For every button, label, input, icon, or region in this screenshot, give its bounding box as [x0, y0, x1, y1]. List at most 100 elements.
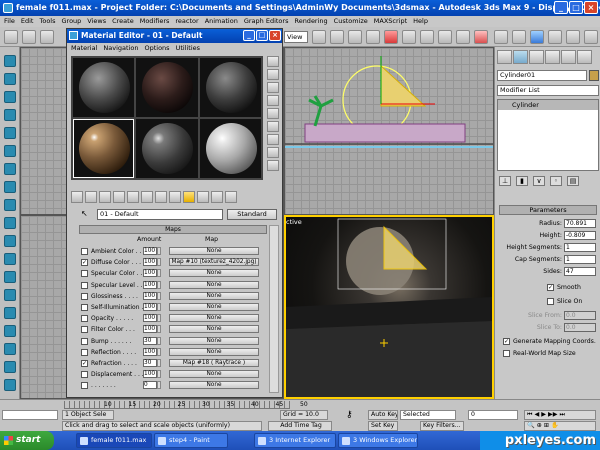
snap-toggle-icon[interactable]	[348, 30, 362, 44]
map-amount-spinner[interactable]	[157, 359, 161, 367]
motor-icon[interactable]	[4, 361, 16, 373]
maximize-button[interactable]: □	[569, 1, 583, 14]
map-enable-checkbox[interactable]: ✓	[81, 259, 88, 267]
start-button[interactable]: start	[0, 431, 54, 450]
car-wheel-icon[interactable]	[4, 325, 16, 337]
auto-key-button[interactable]: Auto Key	[368, 410, 398, 420]
cloth-icon[interactable]	[4, 91, 16, 103]
map-amount-field[interactable]: 100	[143, 291, 157, 300]
sample-slot-1[interactable]	[73, 58, 135, 117]
stack-item-cylinder[interactable]: Cylinder	[498, 100, 598, 110]
param-value-field[interactable]: 70.891	[564, 219, 596, 228]
pin-stack-icon[interactable]: ⊥	[499, 176, 511, 186]
map-enable-checkbox[interactable]	[81, 292, 88, 300]
map-amount-field[interactable]: 100	[143, 347, 157, 356]
map-slot-button[interactable]: None	[169, 381, 259, 390]
video-color-check-icon[interactable]	[267, 108, 279, 119]
align-icon[interactable]	[456, 30, 470, 44]
me-menu-item-2[interactable]: Options	[144, 43, 169, 54]
slice-on-checkbox-row[interactable]: Slice On	[547, 297, 582, 306]
fan-icon[interactable]	[4, 343, 16, 355]
fracture-icon[interactable]	[4, 217, 16, 229]
map-amount-field[interactable]: 100	[143, 269, 157, 278]
map-amount-field[interactable]: 0	[143, 381, 157, 390]
menu-item-12[interactable]: MAXScript	[374, 16, 407, 27]
modify-tab-icon[interactable]	[513, 50, 528, 64]
slice-on-checkbox[interactable]	[547, 298, 554, 305]
map-slot-button[interactable]: None	[169, 291, 259, 300]
map-amount-spinner[interactable]	[157, 280, 161, 289]
render-type-icon[interactable]	[566, 30, 580, 44]
slice-from-field[interactable]: 0.0	[564, 311, 596, 320]
menu-item-3[interactable]: Group	[62, 16, 82, 27]
object-color-swatch[interactable]	[589, 70, 599, 81]
map-slot-button[interactable]: None	[169, 247, 259, 255]
pivot-icon[interactable]	[312, 30, 326, 44]
mirror-icon[interactable]	[438, 30, 452, 44]
menu-item-5[interactable]: Create	[112, 16, 134, 27]
redo-icon[interactable]	[22, 30, 36, 44]
menu-item-0[interactable]: File	[4, 16, 15, 27]
menu-item-1[interactable]: Edit	[21, 16, 34, 27]
sample-slot-5[interactable]	[136, 119, 198, 178]
me-close-button[interactable]: ×	[269, 30, 281, 41]
show-end-result-icon[interactable]: ▮	[516, 176, 528, 186]
backlight-icon[interactable]	[267, 69, 279, 80]
material-map-navigator-icon[interactable]	[267, 160, 279, 171]
map-enable-checkbox[interactable]	[81, 270, 88, 278]
percent-snap-icon[interactable]	[384, 30, 398, 44]
map-slot-button[interactable]: Map #10 (texturez_4202.jpg)	[169, 258, 259, 267]
param-value-field[interactable]: 1	[564, 243, 596, 252]
param-value-field[interactable]: 47	[564, 267, 596, 276]
material-editor-title-bar[interactable]: Material Editor - 01 - Default _ □ ×	[67, 29, 282, 43]
me-menu-item-0[interactable]: Material	[71, 43, 97, 54]
sample-uv-tiling-icon[interactable]	[267, 95, 279, 106]
menu-item-10[interactable]: Rendering	[294, 16, 327, 27]
reference-coordinate-dropdown[interactable]: View	[284, 31, 308, 43]
spinner-snap-icon[interactable]	[402, 30, 416, 44]
modifier-list-dropdown[interactable]: Modifier List	[497, 85, 599, 96]
map-slot-button[interactable]: None	[169, 325, 259, 334]
map-amount-spinner[interactable]	[157, 347, 161, 356]
me-minimize-button[interactable]: _	[243, 30, 255, 41]
put-to-scene-icon[interactable]	[85, 191, 97, 203]
menu-item-9[interactable]: Graph Editors	[244, 16, 289, 27]
map-amount-spinner[interactable]	[157, 258, 161, 267]
select-by-material-icon[interactable]	[267, 147, 279, 158]
param-value-field[interactable]: -0.809	[564, 231, 596, 240]
task-3dsmax[interactable]: female f011.max	[76, 433, 152, 448]
me-menu-item-1[interactable]: Navigation	[103, 43, 138, 54]
key-filters-button[interactable]: Key Filters...	[420, 421, 464, 431]
map-slot-button[interactable]: None	[169, 336, 259, 345]
real-world-map-row[interactable]: Real-World Map Size	[503, 349, 576, 358]
material-name-field[interactable]: 01 - Default	[97, 209, 223, 220]
menu-item-7[interactable]: reactor	[175, 16, 198, 27]
task-paint[interactable]: step4 - Paint	[154, 433, 228, 448]
sample-slot-2[interactable]	[136, 58, 198, 117]
map-amount-field[interactable]: 100	[143, 258, 157, 267]
map-amount-spinner[interactable]	[157, 370, 161, 379]
rope-icon[interactable]	[4, 127, 16, 139]
make-copy-icon[interactable]	[127, 191, 139, 203]
key-icon[interactable]: ⚷	[346, 410, 353, 420]
angle-snap-icon[interactable]	[366, 30, 380, 44]
soft-body-icon[interactable]	[4, 109, 16, 121]
sample-slot-3[interactable]	[199, 58, 261, 117]
sample-type-icon[interactable]	[267, 56, 279, 67]
undo-icon[interactable]	[4, 30, 18, 44]
plane-icon[interactable]	[4, 163, 16, 175]
make-preview-icon[interactable]	[267, 121, 279, 132]
render-setup-icon[interactable]	[512, 30, 526, 44]
make-unique-material-icon[interactable]	[141, 191, 153, 203]
parameters-rollout[interactable]: Parameters	[499, 205, 597, 215]
point-to-point-icon[interactable]	[4, 289, 16, 301]
maxscript-listener[interactable]	[2, 410, 58, 420]
utilities-tab-icon[interactable]	[577, 50, 592, 64]
task-internet-explorer[interactable]: 3 Internet Explorer	[254, 433, 336, 448]
menu-item-8[interactable]: Animation	[205, 16, 238, 27]
create-tab-icon[interactable]	[497, 50, 512, 64]
map-amount-field[interactable]: 30	[143, 359, 157, 367]
map-amount-field[interactable]: 100	[143, 314, 157, 323]
material-type-button[interactable]: Standard	[227, 209, 277, 220]
rigid-body-icon[interactable]	[4, 73, 16, 85]
